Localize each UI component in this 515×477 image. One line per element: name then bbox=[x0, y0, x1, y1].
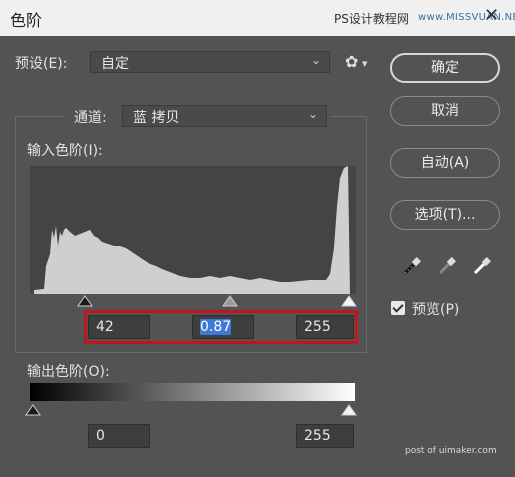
output-slider-track bbox=[25, 404, 357, 416]
eyedropper-gray-icon[interactable] bbox=[437, 256, 457, 276]
histogram-graph bbox=[34, 166, 350, 294]
preset-label: 预设(E): bbox=[15, 56, 68, 72]
histogram bbox=[30, 166, 356, 294]
eyedropper-white-icon[interactable] bbox=[472, 256, 492, 276]
title-bar: 色阶 PS设计教程网 www.MISSVUAN.NET ✕ bbox=[0, 0, 515, 36]
ok-button[interactable]: 确定 bbox=[390, 53, 500, 83]
gear-icon[interactable]: ✿ bbox=[345, 52, 358, 71]
cancel-button[interactable]: 取消 bbox=[390, 96, 500, 126]
preset-dropdown[interactable]: 自定 ⌄ bbox=[90, 51, 330, 73]
footer-watermark: post of uimaker.com bbox=[405, 446, 497, 456]
eyedropper-black-icon[interactable] bbox=[402, 256, 422, 276]
input-black-slider[interactable] bbox=[77, 295, 93, 307]
channel-dropdown[interactable]: 蓝 拷贝 ⌄ bbox=[122, 105, 327, 127]
gear-menu-arrow-icon: ▼ bbox=[362, 60, 368, 68]
close-icon[interactable]: ✕ bbox=[484, 5, 499, 26]
output-black-field[interactable]: 0 bbox=[88, 424, 150, 448]
output-black-slider[interactable] bbox=[25, 404, 41, 416]
watermark-url: www.MISSVUAN.NET bbox=[418, 12, 515, 23]
auto-button[interactable]: 自动(A) bbox=[390, 148, 500, 178]
channel-value: 蓝 拷贝 bbox=[133, 110, 180, 126]
input-slider-track bbox=[77, 295, 357, 307]
channel-label: 通道: bbox=[74, 110, 107, 126]
group-border-left bbox=[15, 116, 65, 117]
output-black-value: 0 bbox=[96, 428, 105, 444]
watermark-text: PS设计教程网 bbox=[334, 12, 409, 26]
preview-checkbox[interactable] bbox=[391, 301, 405, 315]
chevron-down-icon: ⌄ bbox=[310, 53, 321, 67]
output-white-slider[interactable] bbox=[341, 404, 357, 416]
highlight-box bbox=[84, 310, 358, 344]
output-white-value: 255 bbox=[304, 428, 331, 444]
input-levels-label: 输入色阶(I): bbox=[27, 143, 103, 159]
output-levels-label: 输出色阶(O): bbox=[27, 364, 110, 380]
window-title: 色阶 bbox=[10, 11, 43, 30]
preset-value: 自定 bbox=[101, 56, 129, 72]
group-border-right bbox=[330, 116, 366, 117]
output-gradient-bar bbox=[30, 383, 355, 401]
input-gamma-slider[interactable] bbox=[222, 295, 238, 307]
input-white-slider[interactable] bbox=[341, 295, 357, 307]
preview-label: 预览(P) bbox=[412, 302, 460, 318]
chevron-down-icon: ⌄ bbox=[307, 107, 318, 121]
output-white-field[interactable]: 255 bbox=[296, 424, 354, 448]
options-button[interactable]: 选项(T)... bbox=[390, 200, 500, 230]
